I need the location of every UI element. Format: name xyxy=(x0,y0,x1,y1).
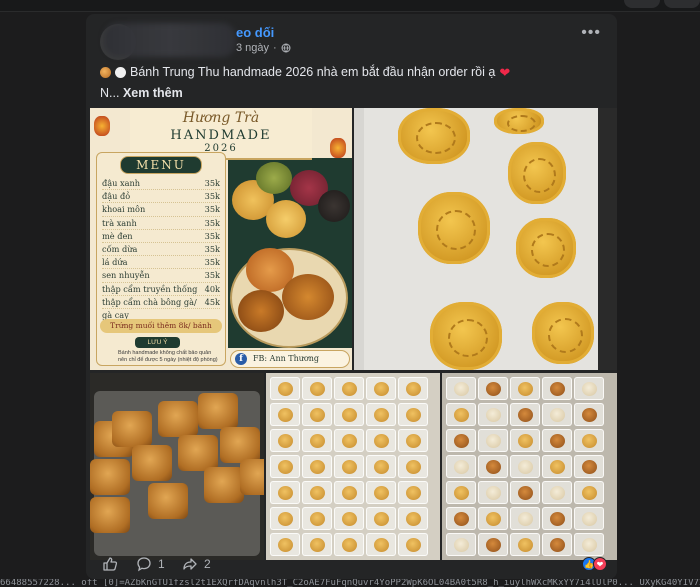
mooncake-image xyxy=(398,108,470,164)
menu-title: MENU xyxy=(120,156,202,174)
menu-item: đậu xanh 35k xyxy=(102,177,220,191)
thumbs-up-icon xyxy=(103,557,118,571)
menu-item: lá dứa 35k xyxy=(102,256,220,270)
photo-mooncakes-tray[interactable] xyxy=(90,373,264,560)
see-more-link[interactable]: Xem thêm xyxy=(123,86,183,100)
facebook-icon: f xyxy=(235,353,247,365)
mooncake-image xyxy=(204,467,244,503)
mooncake-image xyxy=(238,290,284,332)
more-options-icon[interactable]: ••• xyxy=(581,25,601,41)
menu-extra-note: Trứng muối thêm 8k/ bánh xyxy=(100,319,222,333)
mooncake-image xyxy=(90,497,130,533)
url-text-strip: 66488557228... oft [0]=AZbKnGTU1fzsl2t1E… xyxy=(0,579,700,587)
comment-count: 1 xyxy=(158,557,165,571)
menu-fb-label: f FB: Ann Thương xyxy=(230,350,350,368)
mooncake-image xyxy=(256,162,292,194)
menu-note-title: LƯU Ý xyxy=(135,337,180,348)
mooncake-image xyxy=(112,411,152,447)
mooncake-image xyxy=(494,108,544,134)
mooncake-image xyxy=(198,393,238,429)
menu-item: cốm dừa 35k xyxy=(102,243,220,257)
share-count: 2 xyxy=(204,557,211,571)
menu-handmade-label: HANDMADE xyxy=(170,128,272,143)
mooncake-emoji-icon xyxy=(100,67,111,78)
author-name[interactable]: eo dối xyxy=(236,25,274,40)
blurred-author-name xyxy=(104,23,236,57)
comment-icon xyxy=(137,557,151,572)
menu-item: khoai môn 35k xyxy=(102,203,220,217)
like-button[interactable] xyxy=(102,556,118,572)
mooncake-image xyxy=(132,445,172,481)
top-button[interactable] xyxy=(624,0,660,8)
photo-packaged-assorted[interactable] xyxy=(442,373,617,560)
menu-item: sen nhuyễn 35k xyxy=(102,269,220,283)
mooncake-image xyxy=(318,190,350,222)
mooncake-image xyxy=(516,218,576,278)
post-text: Bánh Trung Thu handmade 2026 nhà em bắt … xyxy=(86,62,617,104)
lantern-icon xyxy=(94,116,110,136)
post-text-truncated: N... xyxy=(100,86,120,100)
menu-script-title: Hương Trà xyxy=(182,110,260,126)
lantern-icon xyxy=(330,138,346,158)
photo-menu[interactable]: Hương Trà HANDMADE 2026 MENU đậu xanh 35k… xyxy=(90,108,352,370)
mooncake-image xyxy=(266,200,306,238)
moon-emoji-icon xyxy=(115,67,126,78)
browser-top-strip xyxy=(0,0,700,12)
mooncake-image xyxy=(178,435,218,471)
mooncake-image xyxy=(282,274,334,320)
comment-button[interactable]: 1 xyxy=(136,556,165,572)
heart-emoji-icon: ❤ xyxy=(499,65,511,80)
menu-note: Bánh handmade không chất bảo quản nên ch… xyxy=(118,350,218,363)
mooncake-image xyxy=(532,302,594,364)
post-time[interactable]: 3 ngày xyxy=(236,42,269,54)
post-header: eo dối 3 ngày · ••• xyxy=(86,14,617,62)
menu-item: thập cẩm chà bông gà/ gà cay 45k xyxy=(102,296,220,320)
top-button[interactable] xyxy=(664,0,700,8)
mooncake-image xyxy=(148,483,188,519)
post-actions: 1 2 👍 ❤ xyxy=(86,549,617,579)
menu-items: đậu xanh 35k đậu đỏ 35k khoai môn 35k trà x… xyxy=(102,177,220,320)
menu-item: mè đen 35k xyxy=(102,230,220,243)
love-reaction-icon: ❤ xyxy=(593,557,607,571)
photo-packaged-mooncakes[interactable] xyxy=(266,373,440,560)
post-text-line: Bánh Trung Thu handmade 2026 nhà em bắt … xyxy=(130,65,496,79)
menu-item: đậu đỏ 35k xyxy=(102,190,220,204)
photo-grid: Hương Trà HANDMADE 2026 MENU đậu xanh 35k… xyxy=(90,108,617,560)
menu-item: thập cẩm truyền thống 40k xyxy=(102,283,220,296)
menu-item: trà xanh 35k xyxy=(102,217,220,230)
share-icon xyxy=(183,558,197,570)
share-button[interactable]: 2 xyxy=(182,556,211,572)
globe-icon xyxy=(281,43,291,53)
mooncake-image xyxy=(90,459,130,495)
mooncake-image xyxy=(220,427,260,463)
reaction-summary[interactable]: 👍 ❤ xyxy=(582,557,607,571)
mooncake-image xyxy=(430,302,502,370)
post-card: eo dối 3 ngày · ••• Bánh Trung Thu handm… xyxy=(86,14,617,579)
photo-mooncakes-paper[interactable] xyxy=(354,108,617,370)
mooncake-image xyxy=(508,142,566,204)
mooncake-image xyxy=(240,459,264,495)
post-meta: 3 ngày · xyxy=(236,42,291,54)
mooncake-image xyxy=(418,192,490,264)
mooncake-image xyxy=(158,401,198,437)
